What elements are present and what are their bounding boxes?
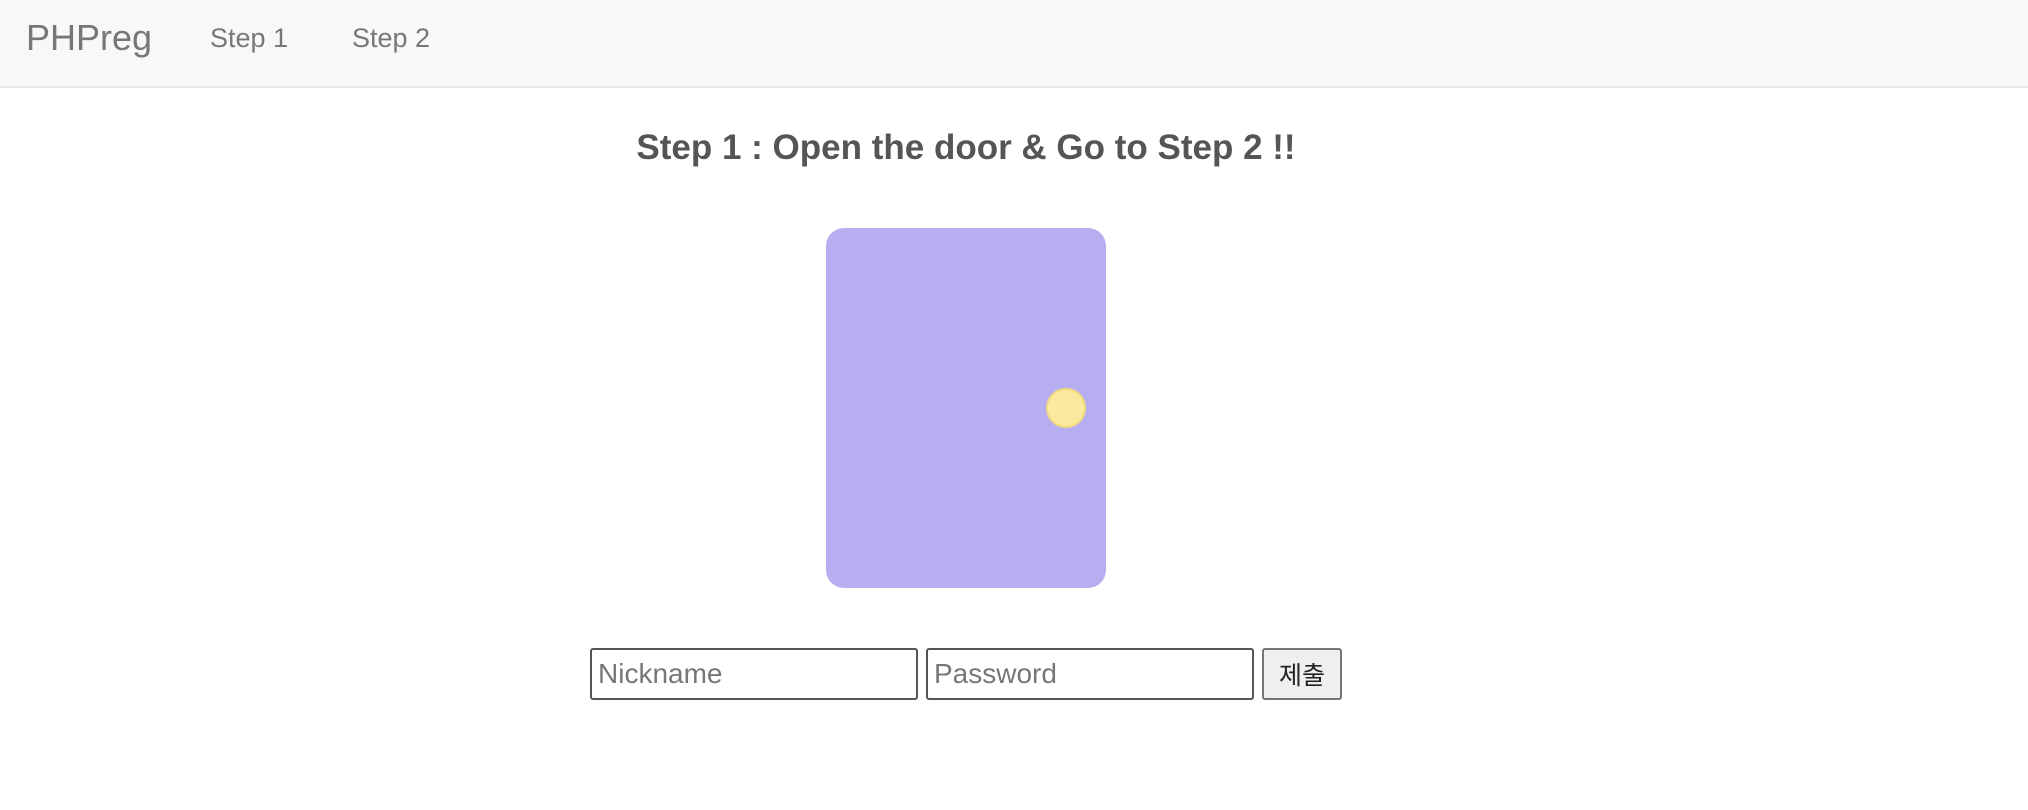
- page-title: Step 1 : Open the door & Go to Step 2 !!: [636, 128, 1296, 167]
- nav-link-step-2[interactable]: Step 2: [352, 22, 430, 54]
- navbar: PHPreg Step 1 Step 2: [0, 0, 2028, 88]
- door[interactable]: [826, 228, 1106, 588]
- nickname-input[interactable]: [590, 648, 918, 700]
- nav-link-step-1[interactable]: Step 1: [210, 22, 288, 54]
- submit-button[interactable]: 제출: [1262, 648, 1342, 700]
- password-input[interactable]: [926, 648, 1254, 700]
- door-knob[interactable]: [1046, 388, 1086, 428]
- brand-link[interactable]: PHPreg: [26, 18, 152, 58]
